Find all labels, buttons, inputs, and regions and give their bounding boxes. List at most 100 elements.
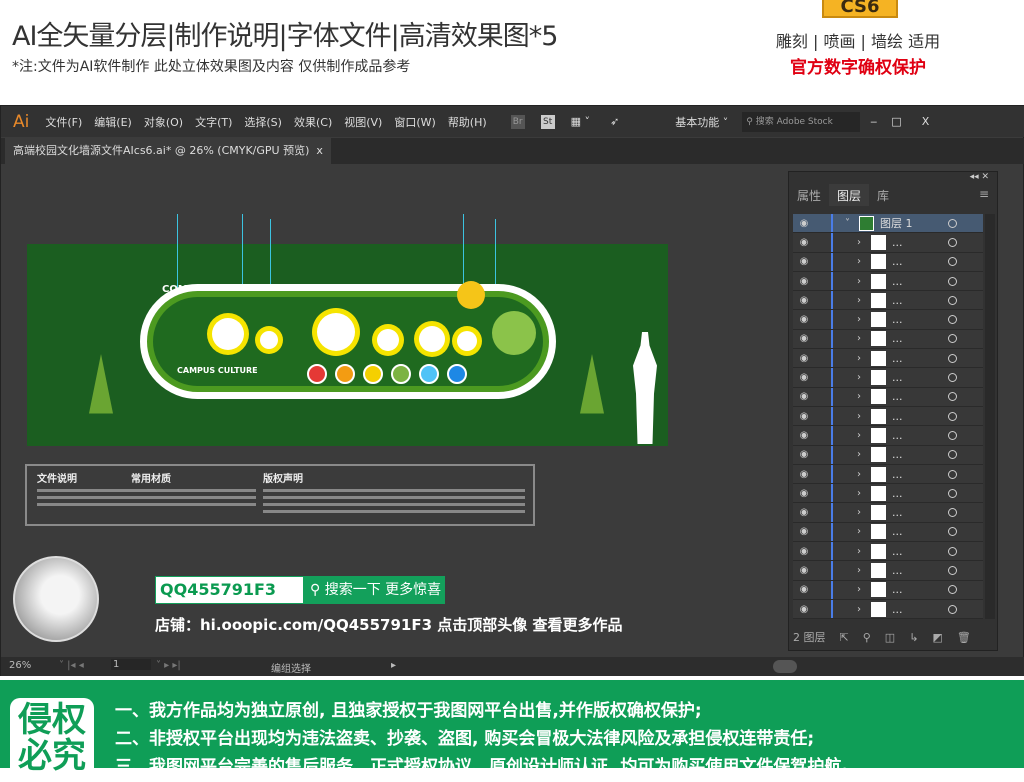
menu-help[interactable]: 帮助(H) <box>448 114 487 130</box>
target-icon[interactable] <box>948 565 957 575</box>
arrange-icon[interactable]: ▦ ˅ <box>571 115 590 128</box>
eye-icon[interactable]: ◉ <box>793 333 815 344</box>
target-icon[interactable] <box>948 373 957 383</box>
panel-scrollbar[interactable] <box>985 214 995 619</box>
eye-icon[interactable]: ◉ <box>793 507 815 518</box>
eye-icon[interactable]: ◉ <box>793 295 815 306</box>
sublayer-row[interactable]: ◉ ›... <box>793 252 983 272</box>
chevron-right-icon[interactable]: › <box>857 295 871 306</box>
target-icon[interactable] <box>948 276 957 286</box>
sublayer-row[interactable]: ◉ ›... <box>793 503 983 523</box>
sublayer-row[interactable]: ◉ ›... <box>793 561 983 581</box>
eye-icon[interactable]: ◉ <box>793 256 815 267</box>
target-icon[interactable] <box>948 469 957 479</box>
chevron-down-icon[interactable]: ˅ <box>845 218 859 229</box>
chevron-right-icon[interactable]: › <box>857 391 871 402</box>
new-layer-icon[interactable]: ◩ <box>932 631 942 644</box>
eye-icon[interactable]: ◉ <box>793 604 815 615</box>
target-icon[interactable] <box>948 218 957 228</box>
chevron-right-icon[interactable]: › <box>857 430 871 441</box>
chevron-right-icon[interactable]: › <box>857 256 871 267</box>
avatar[interactable] <box>13 556 99 642</box>
chevron-right-icon[interactable]: › <box>857 237 871 248</box>
nav-next-last[interactable]: ˅ ▸ ▸| <box>156 660 181 671</box>
chevron-right-icon[interactable]: › <box>857 565 871 576</box>
eye-icon[interactable]: ◉ <box>793 449 815 460</box>
clipping-mask-icon[interactable]: ◫ <box>885 631 895 644</box>
eye-icon[interactable]: ◉ <box>793 218 815 229</box>
eye-icon[interactable]: ◉ <box>793 430 815 441</box>
stock-icon[interactable]: St <box>540 114 555 129</box>
sublayer-row[interactable]: ◉ ›... <box>793 464 983 485</box>
sublayer-row[interactable]: ◉ ›... <box>793 580 983 600</box>
sublayer-row[interactable]: ◉ ›... <box>793 310 983 330</box>
tab-properties[interactable]: 属性 <box>789 184 829 206</box>
sublayer-row[interactable]: ◉ ›... <box>793 329 983 350</box>
chevron-right-icon[interactable]: › <box>857 546 871 557</box>
sublayer-row[interactable]: ◉ ›... <box>793 522 983 543</box>
target-icon[interactable] <box>948 353 957 363</box>
nav-first-prev[interactable]: ˅ |◂ ◂ <box>59 660 84 671</box>
sublayer-row[interactable]: ◉ ›... <box>793 271 983 292</box>
target-icon[interactable] <box>948 488 957 498</box>
target-icon[interactable] <box>948 237 957 247</box>
zoom-select[interactable]: 26% <box>9 660 31 671</box>
panel-collapse-close-icon[interactable]: ◂◂ ✕ <box>970 172 989 182</box>
page-field[interactable]: 1 <box>111 659 151 670</box>
menu-window[interactable]: 窗口(W) <box>394 114 435 130</box>
layer-row[interactable]: ◉ ˅ 图层 1 <box>793 214 983 234</box>
tab-close-icon[interactable]: x <box>316 144 323 157</box>
sublayer-row[interactable]: ◉ ›... <box>793 542 983 562</box>
chevron-right-icon[interactable]: › <box>857 604 871 615</box>
menu-edit[interactable]: 编辑(E) <box>94 114 132 130</box>
target-icon[interactable] <box>948 508 957 518</box>
panel-menu-icon[interactable]: ≡ <box>971 184 997 206</box>
chevron-right-icon[interactable]: › <box>857 411 871 422</box>
document-tab[interactable]: 高端校园文化墙源文件AIcs6.ai* @ 26% (CMYK/GPU 预览) … <box>5 138 331 164</box>
chevron-right-icon[interactable]: › <box>857 449 871 460</box>
menu-file[interactable]: 文件(F) <box>45 114 82 130</box>
eye-icon[interactable]: ◉ <box>793 411 815 422</box>
sublayer-row[interactable]: ◉ ›... <box>793 599 983 620</box>
export-icon[interactable]: ⇱ <box>840 631 849 644</box>
maximize-button[interactable]: □ <box>891 115 901 128</box>
eye-icon[interactable]: ◉ <box>793 546 815 557</box>
bridge-icon[interactable]: Br <box>510 114 525 129</box>
chevron-right-icon[interactable]: › <box>857 507 871 518</box>
chevron-right-icon[interactable]: › <box>857 276 871 287</box>
status-menu-icon[interactable]: ▸ <box>391 660 396 671</box>
gpu-rocket-icon[interactable]: ➶ <box>610 115 619 128</box>
minimize-button[interactable]: ‒ <box>870 115 877 128</box>
locate-icon[interactable]: ⚲ <box>863 631 871 644</box>
menu-type[interactable]: 文字(T) <box>195 114 232 130</box>
target-icon[interactable] <box>948 411 957 421</box>
shop-link[interactable]: 店铺：hi.ooopic.com/QQ455791F3 点击顶部头像 查看更多作… <box>155 614 622 635</box>
trash-icon[interactable]: 🗑 <box>957 631 971 644</box>
eye-icon[interactable]: ◉ <box>793 565 815 576</box>
search-more-button[interactable]: ⚲ 搜索一下 更多惊喜 <box>304 576 445 604</box>
artboard[interactable]: COMPANY LOGO CAMPUS CULTURE <box>27 214 668 446</box>
menu-effect[interactable]: 效果(C) <box>294 114 332 130</box>
target-icon[interactable] <box>948 392 957 402</box>
workspace-switcher[interactable]: 基本功能 ˅ <box>675 114 728 130</box>
target-icon[interactable] <box>948 315 957 325</box>
sublayer-row[interactable]: ◉ ›... <box>793 233 983 253</box>
eye-icon[interactable]: ◉ <box>793 353 815 364</box>
menu-select[interactable]: 选择(S) <box>244 114 282 130</box>
target-icon[interactable] <box>948 585 957 595</box>
target-icon[interactable] <box>948 334 957 344</box>
tab-libraries[interactable]: 库 <box>869 184 897 206</box>
chevron-right-icon[interactable]: › <box>857 353 871 364</box>
chevron-right-icon[interactable]: › <box>857 314 871 325</box>
eye-icon[interactable]: ◉ <box>793 237 815 248</box>
sublayer-row[interactable]: ◉ ›... <box>793 349 983 369</box>
sublayer-row[interactable]: ◉ ›... <box>793 406 983 427</box>
eye-icon[interactable]: ◉ <box>793 526 815 537</box>
new-sublayer-icon[interactable]: ↳ <box>909 631 918 644</box>
sublayer-row[interactable]: ◉ ›... <box>793 484 983 504</box>
chevron-right-icon[interactable]: › <box>857 526 871 537</box>
chevron-right-icon[interactable]: › <box>857 333 871 344</box>
menu-view[interactable]: 视图(V) <box>344 114 382 130</box>
horizontal-scrollbar[interactable] <box>773 660 797 673</box>
eye-icon[interactable]: ◉ <box>793 469 815 480</box>
